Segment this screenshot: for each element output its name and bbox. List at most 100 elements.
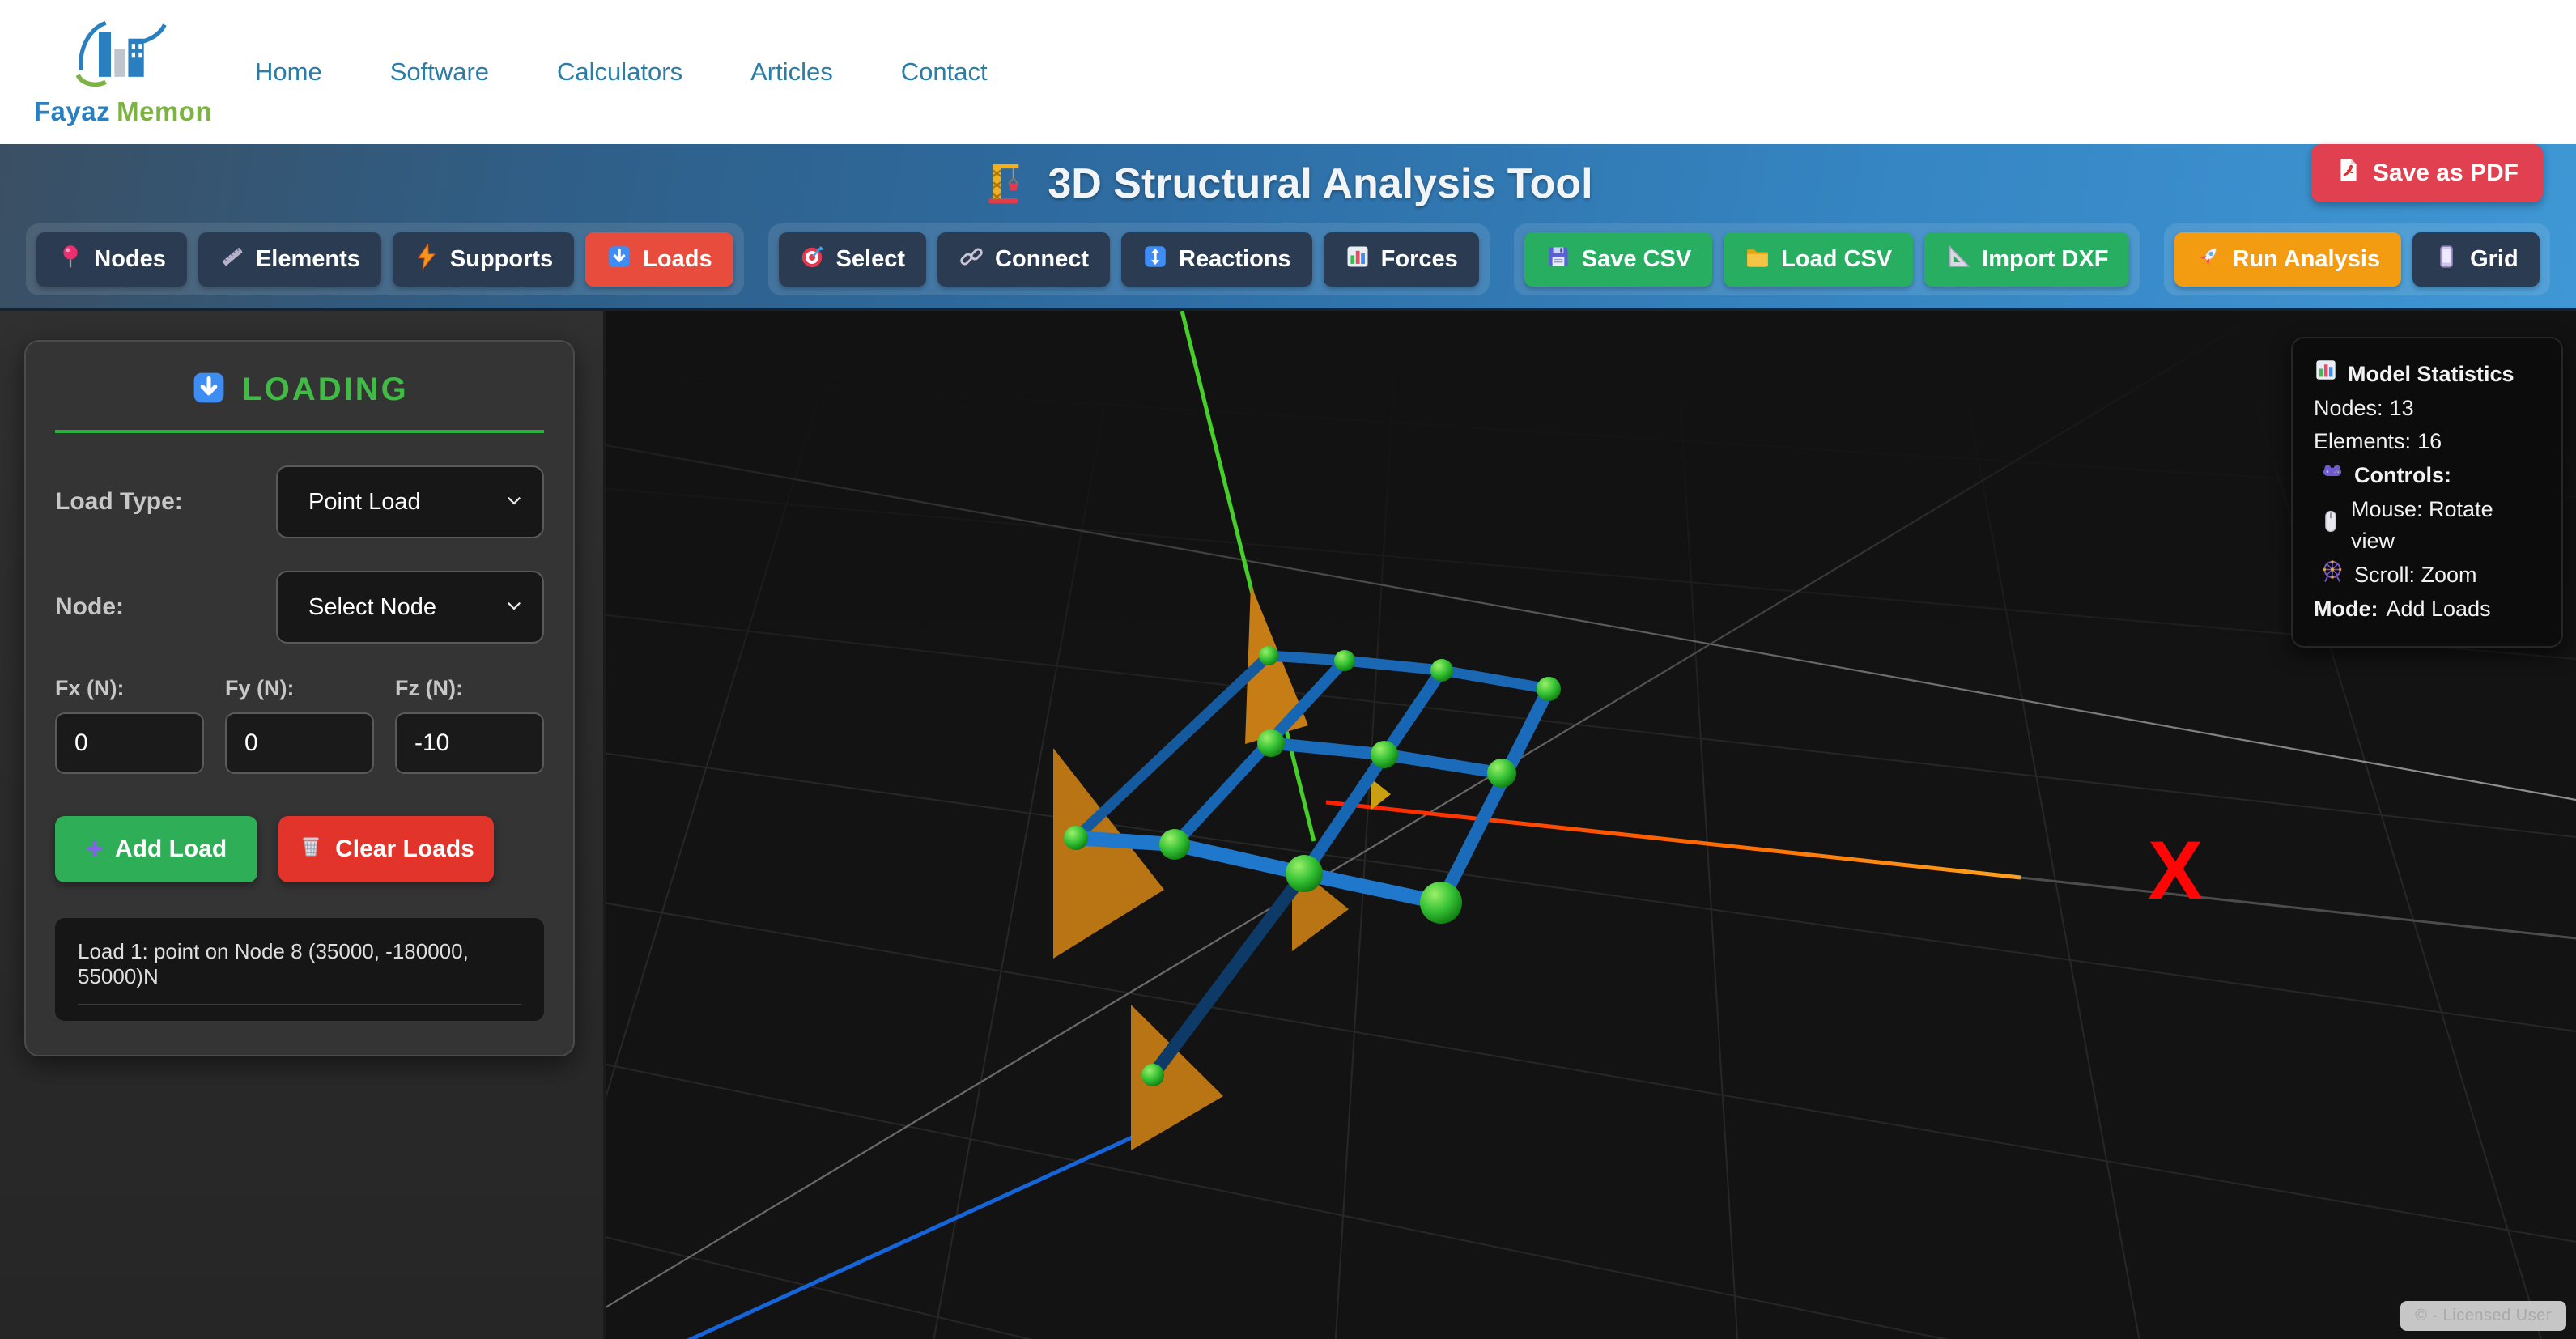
stats-mode-label: Mode:	[2314, 593, 2378, 625]
fog-overlay	[606, 311, 2576, 1339]
nav-item-calculators[interactable]: Calculators	[557, 57, 682, 87]
rocket-icon	[2196, 244, 2221, 276]
nav-links: Home Software Calculators Articles Conta…	[255, 57, 988, 87]
stats-elements-label: Elements:	[2314, 426, 2411, 457]
stats-scroll-row: Scroll: Zoom	[2314, 559, 2540, 592]
panel-divider	[55, 430, 544, 433]
top-navbar: FayazMemon Home Software Calculators Art…	[0, 0, 2576, 144]
stats-elements-value: 16	[2417, 426, 2442, 457]
toolbar-group-file: Save CSV Load CSV Import DXF	[1514, 223, 2140, 295]
fy-input[interactable]	[225, 712, 374, 774]
folder-icon	[1745, 244, 1770, 276]
nodes-button[interactable]: Nodes	[36, 232, 187, 287]
node-select[interactable]: Select Node	[276, 571, 544, 644]
fx-group: Fx (N):	[55, 676, 204, 774]
brand-logo[interactable]: FayazMemon	[46, 18, 200, 127]
plus-icon: +	[86, 834, 104, 865]
load-type-value: Point Load	[308, 489, 504, 516]
node-row: Node: Select Node	[55, 571, 544, 644]
nav-item-contact[interactable]: Contact	[901, 57, 988, 87]
supports-button[interactable]: Supports	[393, 232, 574, 287]
fz-group: Fz (N):	[395, 676, 544, 774]
loading-panel: LOADING Load Type: Point Load Node:	[24, 340, 575, 1056]
clear-loads-button[interactable]: Clear Loads	[278, 816, 494, 882]
viewport-3d-canvas[interactable]: X Model Statistics Nodes: 13 Elements: 1…	[606, 311, 2576, 1339]
select-button[interactable]: Select	[779, 232, 926, 287]
loads-button[interactable]: Loads	[585, 232, 733, 287]
model-statistics-panel: Model Statistics Nodes: 13 Elements: 16 …	[2291, 337, 2563, 648]
toolbar-group-run: Run Analysis Grid	[2164, 223, 2549, 295]
stats-mode-row: Mode: Add Loads	[2314, 593, 2540, 625]
toolbar-group-create: Nodes Elements Supports Loads	[26, 223, 743, 295]
stats-mode-value: Add Loads	[2386, 593, 2490, 625]
fy-group: Fy (N):	[225, 676, 374, 774]
panel-title: LOADING	[242, 372, 408, 408]
left-sidebar: LOADING Load Type: Point Load Node:	[0, 311, 606, 1339]
mouse-icon	[2320, 509, 2341, 542]
down-arrow-icon	[190, 369, 227, 410]
fz-label: Fz (N):	[395, 676, 544, 701]
forces-button[interactable]: Forces	[1324, 232, 1479, 287]
page-title: 3D Structural Analysis Tool	[1048, 159, 1592, 208]
trash-icon	[298, 833, 324, 865]
grid-button[interactable]: Grid	[2412, 232, 2540, 287]
bar-chart-icon	[2314, 358, 2338, 391]
stats-mouse-row: Mouse: Rotate view	[2314, 494, 2540, 557]
save-pdf-button[interactable]: Save as PDF	[2311, 144, 2543, 202]
load-type-select[interactable]: Point Load	[276, 465, 544, 538]
link-icon	[959, 244, 984, 276]
fz-input[interactable]	[395, 712, 544, 774]
crane-icon	[983, 159, 1030, 210]
load-list: Load 1: point on Node 8 (35000, -180000,…	[55, 918, 544, 1021]
add-load-button[interactable]: + Add Load	[55, 816, 257, 882]
app-root: FayazMemon Home Software Calculators Art…	[0, 0, 2576, 1339]
nav-item-software[interactable]: Software	[390, 57, 489, 87]
stats-nodes-label: Nodes:	[2314, 393, 2383, 424]
brand-text: FayazMemon	[34, 96, 212, 127]
fy-label: Fy (N):	[225, 676, 374, 701]
load-list-item: Load 1: point on Node 8 (35000, -180000,…	[78, 939, 521, 1005]
up-down-arrow-icon	[1142, 244, 1168, 276]
save-pdf-label: Save as PDF	[2373, 159, 2519, 187]
pdf-file-icon	[2336, 157, 2361, 189]
connect-button[interactable]: Connect	[937, 232, 1110, 287]
nav-item-articles[interactable]: Articles	[750, 57, 833, 87]
force-inputs: Fx (N): Fy (N): Fz (N):	[55, 676, 544, 774]
target-icon	[800, 244, 826, 276]
fx-label: Fx (N):	[55, 676, 204, 701]
fx-input[interactable]	[55, 712, 204, 774]
lightning-icon	[414, 244, 440, 276]
elements-button[interactable]: Elements	[198, 232, 381, 287]
main-area: LOADING Load Type: Point Load Node:	[0, 311, 2576, 1339]
title-row: 3D Structural Analysis Tool	[0, 144, 2576, 217]
load-type-label: Load Type:	[55, 488, 183, 516]
toolbar: Nodes Elements Supports Loads	[0, 223, 2576, 295]
stats-nodes-row: Nodes: 13	[2314, 393, 2540, 424]
set-square-icon	[1945, 244, 1971, 276]
phone-icon	[2434, 244, 2459, 276]
nav-item-home[interactable]: Home	[255, 57, 322, 87]
bar-chart-icon	[1345, 244, 1371, 276]
node-label: Node:	[55, 593, 124, 621]
down-arrow-icon	[606, 244, 632, 276]
stats-title: Model Statistics	[2348, 359, 2514, 390]
ruler-icon	[219, 244, 245, 276]
stats-controls-row: Controls:	[2314, 459, 2540, 492]
floppy-icon	[1545, 244, 1571, 276]
load-csv-button[interactable]: Load CSV	[1724, 232, 1913, 287]
pin-icon	[57, 244, 83, 276]
ferris-wheel-icon	[2320, 559, 2344, 592]
chevron-down-icon	[504, 490, 525, 515]
save-csv-button[interactable]: Save CSV	[1524, 232, 1712, 287]
app-header: 3D Structural Analysis Tool Save as PDF …	[0, 144, 2576, 311]
chevron-down-icon	[504, 595, 525, 620]
scene-svg: X	[606, 311, 2576, 1339]
stats-scroll-line: Scroll: Zoom	[2354, 559, 2477, 591]
toolbar-group-edit: Select Connect Reactions Forces	[768, 223, 1490, 295]
stats-elements-row: Elements: 16	[2314, 426, 2540, 457]
import-dxf-button[interactable]: Import DXF	[1924, 232, 2129, 287]
stats-title-row: Model Statistics	[2314, 358, 2540, 391]
run-analysis-button[interactable]: Run Analysis	[2174, 232, 2401, 287]
reactions-button[interactable]: Reactions	[1121, 232, 1312, 287]
license-badge: © - Licensed User	[2400, 1301, 2566, 1331]
